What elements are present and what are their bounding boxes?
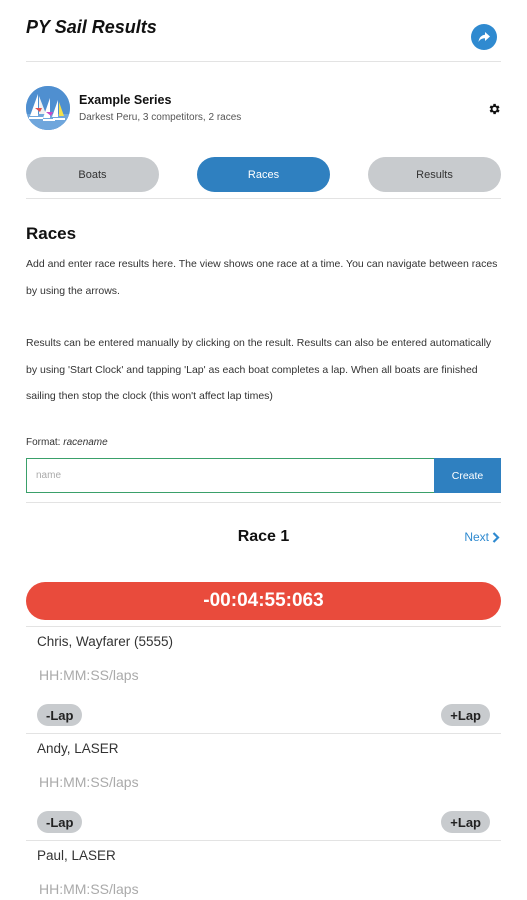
- create-button[interactable]: Create: [434, 458, 501, 493]
- minus-lap-button[interactable]: -Lap: [37, 811, 83, 833]
- share-icon: [478, 32, 490, 42]
- competitor-name: Chris, Wayfarer (5555): [37, 634, 174, 649]
- series-header[interactable]: Example Series Darkest Peru, 3 competito…: [26, 86, 501, 132]
- competitor-name: Paul, LASER: [37, 848, 116, 863]
- competitor-time-field[interactable]: HH:MM:SS/laps: [39, 881, 139, 897]
- plus-lap-button[interactable]: +Lap: [441, 704, 490, 726]
- format-value: racename: [63, 437, 108, 448]
- divider: [26, 502, 501, 503]
- competitor-time-field[interactable]: HH:MM:SS/laps: [39, 774, 139, 790]
- competitor-time-field[interactable]: HH:MM:SS/laps: [39, 667, 139, 683]
- section-title: Races: [26, 224, 77, 243]
- race-title: Race 1: [237, 528, 290, 545]
- race-name-input[interactable]: [26, 458, 434, 493]
- competitor-row: Andy, LASER HH:MM:SS/laps -Lap +Lap: [26, 733, 501, 841]
- app-title: PY Sail Results: [26, 17, 157, 37]
- minus-lap-button[interactable]: -Lap: [37, 704, 83, 726]
- plus-lap-button[interactable]: +Lap: [441, 811, 490, 833]
- tab-results[interactable]: Results: [368, 157, 501, 192]
- races-intro-navigation: Add and enter race results here. The vie…: [26, 258, 498, 297]
- share-button[interactable]: [471, 24, 497, 50]
- race-clock[interactable]: -00:04:55:063: [26, 582, 501, 620]
- app-header: PY Sail Results: [26, 0, 501, 62]
- format-label: Format:: [26, 437, 61, 448]
- create-race-form: Create: [26, 458, 501, 493]
- series-avatar: [26, 86, 70, 130]
- app-screen: PY Sail Results Example Series Darkest P…: [0, 0, 527, 900]
- gear-icon[interactable]: [487, 102, 501, 116]
- tab-races[interactable]: Races: [197, 157, 330, 192]
- format-hint: Format: racename: [26, 437, 108, 448]
- tab-bar: Boats Races Results: [26, 157, 501, 199]
- next-label: Next: [464, 530, 489, 544]
- next-race-button[interactable]: Next: [464, 530, 500, 544]
- series-subtitle: Darkest Peru, 3 competitors, 2 races: [79, 112, 242, 123]
- races-intro-results: Results can be entered manually by click…: [26, 337, 492, 402]
- competitor-name: Andy, LASER: [37, 741, 119, 756]
- chevron-right-icon: [492, 531, 500, 543]
- tab-boats[interactable]: Boats: [26, 157, 159, 192]
- competitor-row: Chris, Wayfarer (5555) HH:MM:SS/laps -La…: [26, 626, 501, 734]
- series-name: Example Series: [79, 93, 172, 107]
- competitor-row: Paul, LASER HH:MM:SS/laps: [26, 840, 501, 900]
